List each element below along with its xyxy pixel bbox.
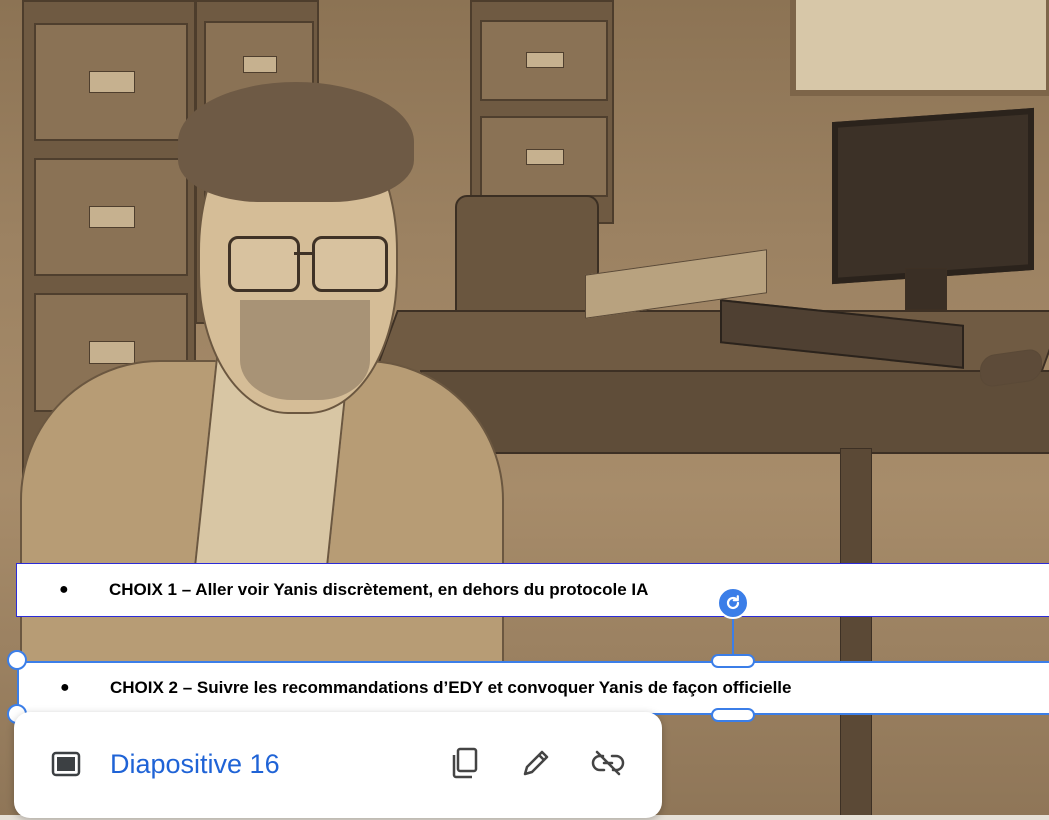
glasses-right-lens [312, 236, 388, 292]
link-toolbar: Diapositive 16 [14, 712, 662, 818]
choice-2-textbox-selected[interactable]: ● CHOIX 2 – Suivre les recommandations d… [17, 661, 1049, 715]
filing-cabinet-back [470, 0, 614, 224]
resize-handle-top-middle[interactable] [711, 654, 755, 668]
copy-icon[interactable] [446, 744, 484, 782]
choice-2-bullet: ● [60, 679, 70, 696]
monitor [832, 107, 1034, 285]
pencil-icon[interactable] [517, 744, 555, 782]
choice-1-textbox[interactable]: ● CHOIX 1 – Aller voir Yanis discrètemen… [16, 563, 1049, 617]
choice-1-bullet: ● [59, 581, 69, 598]
choice-1-text: CHOIX 1 – Aller voir Yanis discrètement,… [109, 580, 649, 599]
window [790, 0, 1049, 96]
slide-icon [51, 751, 81, 777]
monitor-stand [905, 268, 947, 310]
desk-leg-right [840, 448, 872, 815]
glasses-bridge [294, 252, 312, 255]
person-hair [178, 82, 414, 202]
resize-handle-top-left[interactable] [7, 650, 27, 670]
person-beard [240, 300, 370, 400]
resize-handle-bottom-middle[interactable] [711, 708, 755, 722]
rotate-handle[interactable] [717, 587, 749, 619]
glasses-left-lens [228, 236, 300, 292]
choice-2-text: CHOIX 2 – Suivre les recommandations d’E… [110, 678, 792, 697]
unlink-icon[interactable] [589, 744, 627, 782]
rotate-icon [726, 595, 740, 610]
slide-canvas[interactable]: ● CHOIX 1 – Aller voir Yanis discrètemen… [0, 0, 1049, 815]
slide-link[interactable]: Diapositive 16 [110, 748, 280, 780]
desk-drawer-front [420, 370, 1049, 454]
